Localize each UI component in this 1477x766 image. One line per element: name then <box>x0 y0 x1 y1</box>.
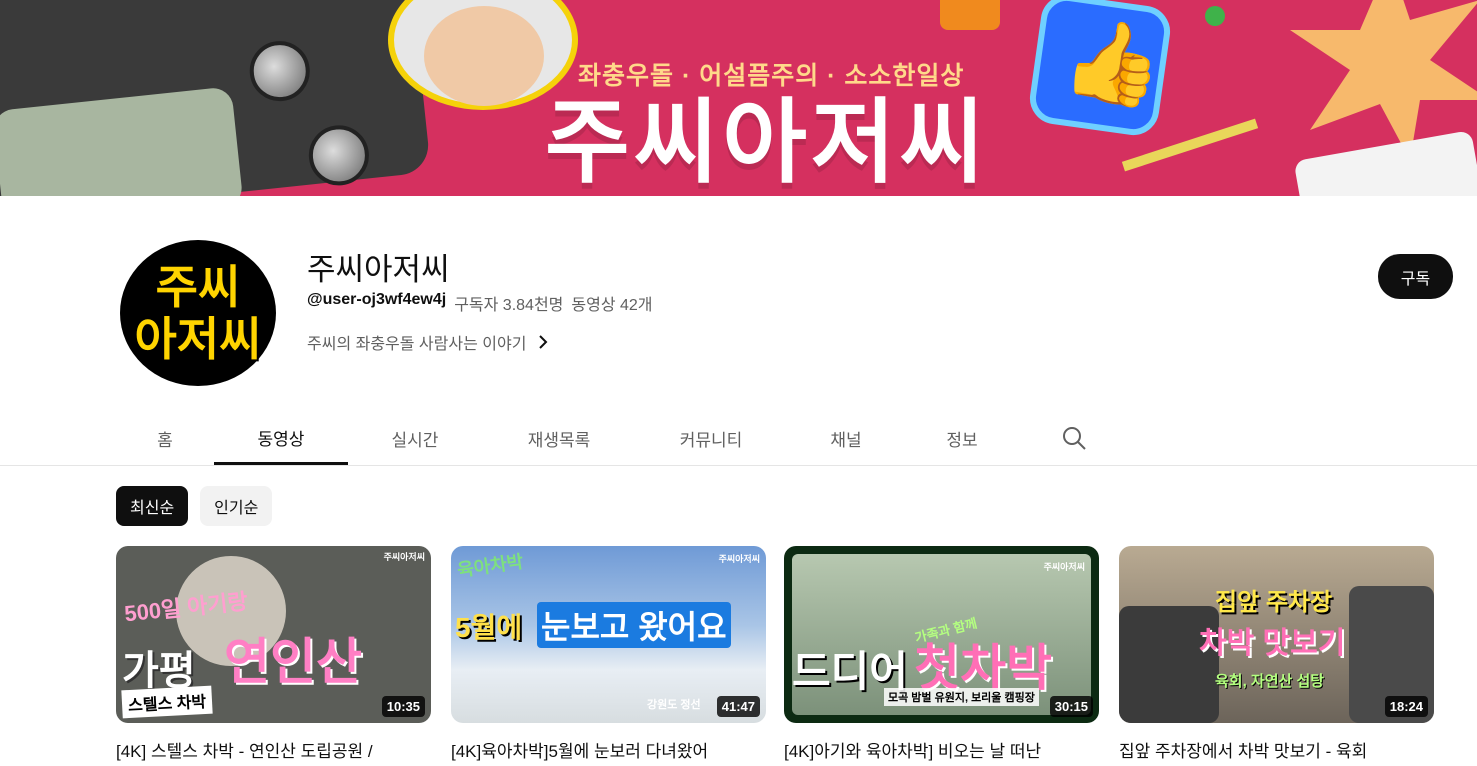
thumb-bottom-text: 모곡 밤벌 유원지, 보리울 캠핑장 <box>884 688 1039 706</box>
video-count: 동영상 42개 <box>571 297 653 314</box>
channel-name: 주씨아저씨 <box>307 252 450 287</box>
thumb-main-text-1: 5월에 <box>455 612 523 643</box>
banner-title: 주씨아저씨 <box>545 92 989 194</box>
channel-avatar[interactable]: 주씨 아저씨 <box>120 240 276 386</box>
subscriber-count: 구독자 3.84천명 <box>454 297 564 314</box>
thumb-bottom-text: 강원도 정선 <box>647 699 701 711</box>
chip-latest[interactable]: 최신순 <box>116 486 189 526</box>
thumbs-up-icon: 👍 <box>1026 0 1174 139</box>
thumb-top-text: 집앞 주차장 <box>1215 589 1333 616</box>
megaphone-illustration <box>940 0 1000 30</box>
video-thumbnail[interactable]: 가족과 함께 드디어 첫차박 모곡 밤벌 유원지, 보리울 캠핑장 주씨아저씨 … <box>784 546 1099 723</box>
video-card[interactable]: 육아차박 5월에 눈보고 왔어요 강원도 정선 주씨아저씨 41:47 [4K]… <box>451 546 766 762</box>
video-thumbnail[interactable]: 집앞 주차장 차박 맛보기 육회, 자연산 섭탕 18:24 <box>1119 546 1434 723</box>
video-thumbnail[interactable]: 육아차박 5월에 눈보고 왔어요 강원도 정선 주씨아저씨 41:47 <box>451 546 766 723</box>
thumb-main-text-1: 차박 맛보기 <box>1199 627 1346 660</box>
tab-about[interactable]: 정보 <box>928 412 996 465</box>
tab-channels[interactable]: 채널 <box>810 412 882 465</box>
tab-videos[interactable]: 동영상 <box>214 412 348 465</box>
thumb-top-text: 육아차박 <box>456 551 525 581</box>
channel-description-text: 주씨의 좌충우돌 사람사는 이야기 <box>307 336 527 353</box>
video-title[interactable]: 집앞 주차장에서 차박 맛보기 - 육회 <box>1119 737 1434 762</box>
watermark: 주씨아저씨 <box>383 552 425 562</box>
chevron-right-icon <box>539 335 548 349</box>
video-duration: 10:35 <box>381 696 425 717</box>
thumb-bottom-text: 육회, 자연산 섭탕 <box>1215 673 1325 690</box>
channel-tabs: 홈 동영상 실시간 재생목록 커뮤니티 채널 정보 <box>0 412 1477 466</box>
tab-community[interactable]: 커뮤니티 <box>658 412 764 465</box>
watermark: 주씨아저씨 <box>718 554 760 564</box>
video-title[interactable]: [4K]아기와 육아차박] 비오는 날 떠난 <box>784 737 1099 762</box>
tab-home[interactable]: 홈 <box>140 412 190 465</box>
video-duration: 30:15 <box>1049 696 1093 717</box>
avatar-text-line1: 주씨 <box>155 261 241 313</box>
thumb-main-text-2: 눈보고 왔어요 <box>537 602 731 648</box>
search-icon[interactable] <box>1060 424 1088 452</box>
video-duration: 18:24 <box>1384 696 1428 717</box>
cup-illustration <box>1293 130 1477 196</box>
tv-illustration <box>0 0 432 196</box>
thumb-main-text-2: 연인산 <box>224 634 362 690</box>
video-card[interactable]: 500일 아기랑 가평 연인산 스텔스 차박 주씨아저씨 10:35 [4K] … <box>116 546 431 762</box>
thumb-bottom-text: 스텔스 차박 <box>121 685 213 719</box>
channel-description[interactable]: 주씨의 좌충우돌 사람사는 이야기 <box>307 330 550 354</box>
subscribe-button[interactable]: 구독 <box>1378 254 1453 299</box>
banner-subtitle: 좌충우돌 · 어설픔주의 · 소소한일상 <box>578 62 965 90</box>
watermark: 주씨아저씨 <box>1043 562 1085 572</box>
channel-meta: @user-oj3wf4ew4j 구독자 3.84천명 동영상 42개 <box>307 291 653 315</box>
channel-banner: 👍 좌충우돌 · 어설픔주의 · 소소한일상 주씨아저씨 <box>0 0 1477 196</box>
tab-playlists[interactable]: 재생목록 <box>506 412 612 465</box>
video-card[interactable]: 가족과 함께 드디어 첫차박 모곡 밤벌 유원지, 보리울 캠핑장 주씨아저씨 … <box>784 546 1099 762</box>
tab-live[interactable]: 실시간 <box>370 412 460 465</box>
video-title[interactable]: [4K]육아차박]5월에 눈보러 다녀왔어 <box>451 737 766 762</box>
video-title[interactable]: [4K] 스텔스 차박 - 연인산 도립공원 / <box>116 737 431 762</box>
video-card[interactable]: 집앞 주차장 차박 맛보기 육회, 자연산 섭탕 18:24 집앞 주차장에서 … <box>1119 546 1434 762</box>
chip-popular[interactable]: 인기순 <box>200 486 273 526</box>
avatar-text-line2: 아저씨 <box>134 313 262 365</box>
sort-chips: 최신순 인기순 <box>116 486 273 526</box>
video-duration: 41:47 <box>716 696 760 717</box>
channel-handle: @user-oj3wf4ew4j <box>307 291 447 308</box>
video-thumbnail[interactable]: 500일 아기랑 가평 연인산 스텔스 차박 주씨아저씨 10:35 <box>116 546 431 723</box>
